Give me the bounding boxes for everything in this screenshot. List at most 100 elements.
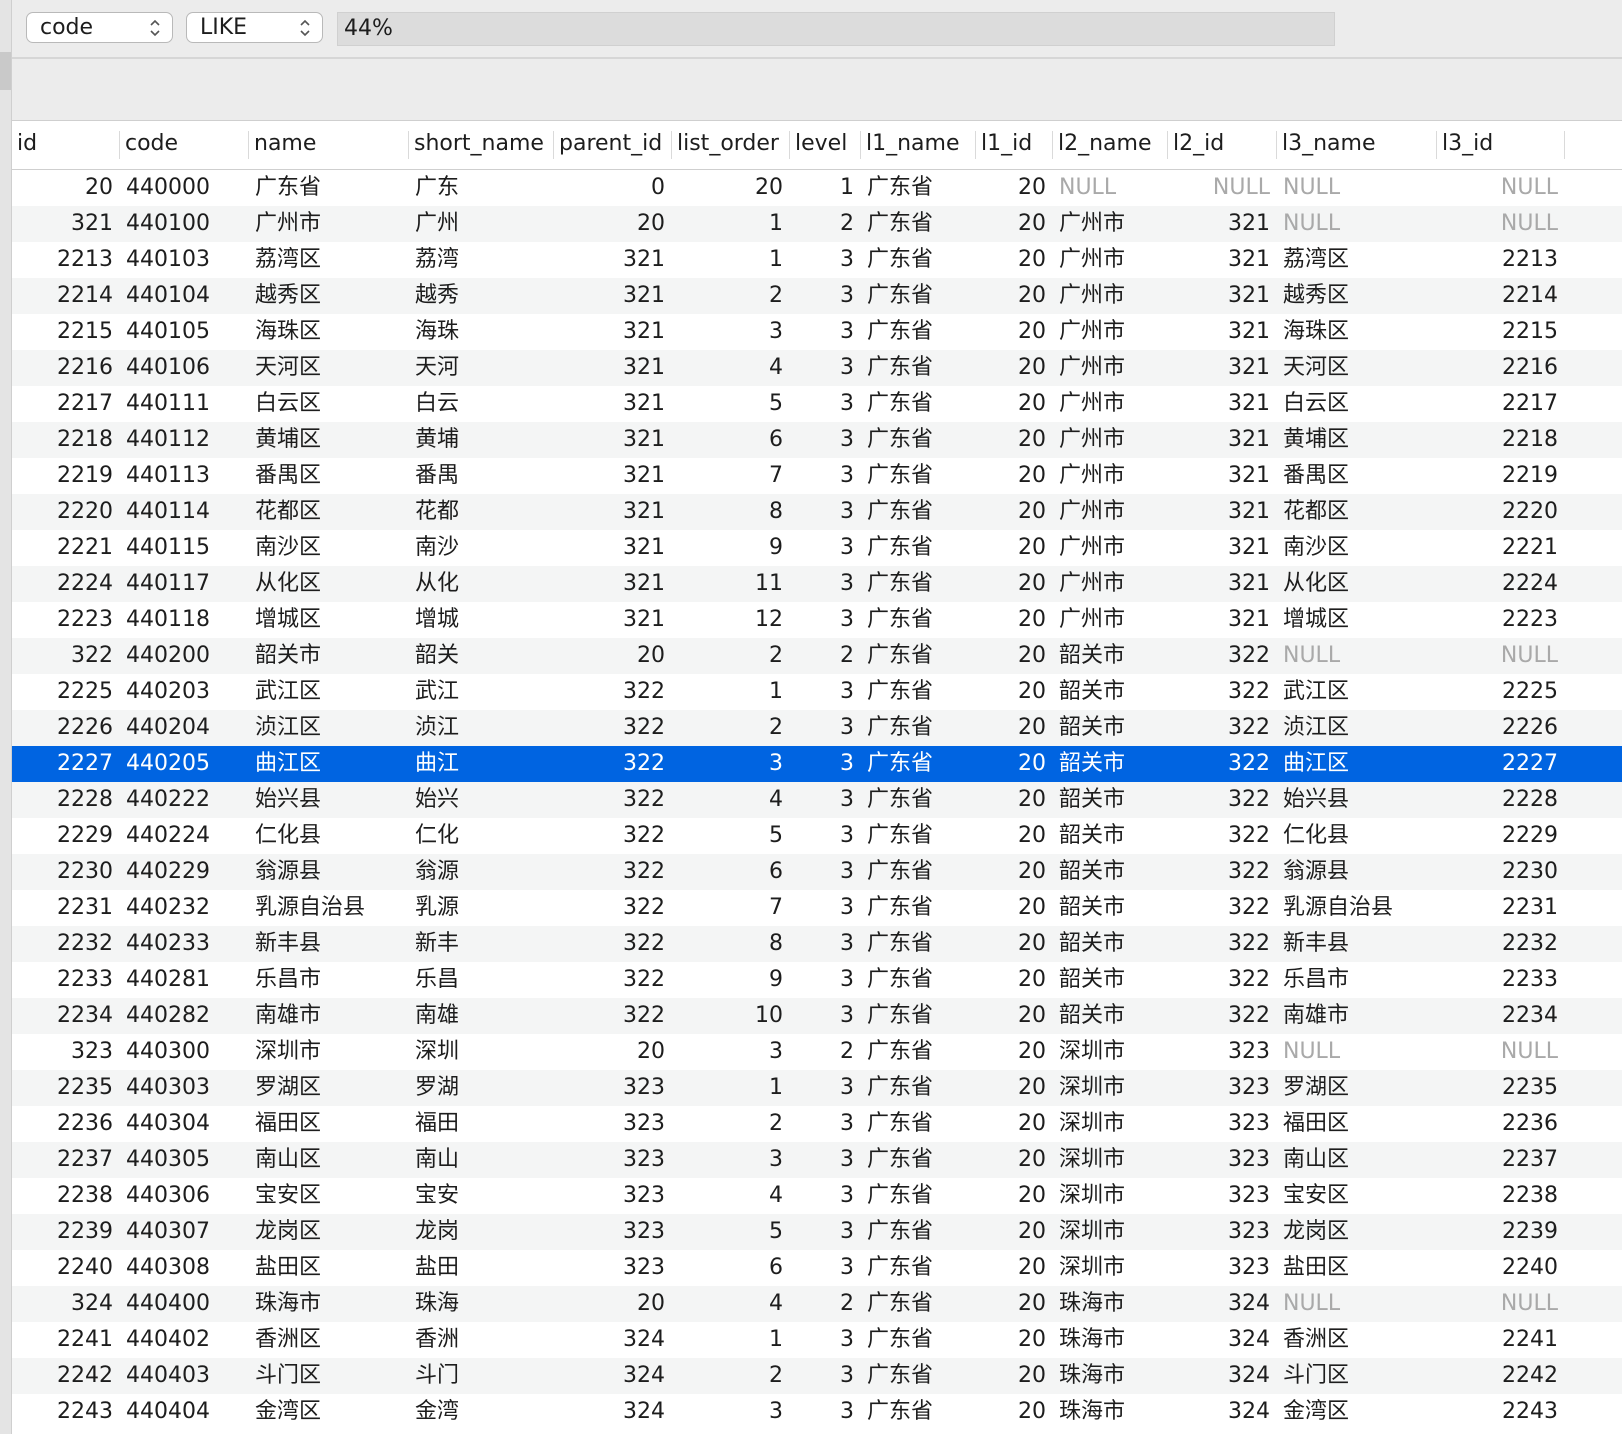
cell-l1-id[interactable]: 20 xyxy=(976,1322,1053,1358)
cell-l1-name[interactable]: 广东省 xyxy=(861,1286,976,1322)
cell-l3-name[interactable]: 海珠区 xyxy=(1277,314,1437,350)
cell-l2-id[interactable]: 322 xyxy=(1168,962,1277,998)
cell-list-order[interactable]: 2 xyxy=(672,638,790,674)
cell-short-name[interactable]: 白云 xyxy=(409,386,554,422)
cell-l3-id[interactable]: 2231 xyxy=(1437,890,1565,926)
cell-short-name[interactable]: 斗门 xyxy=(409,1358,554,1394)
cell-list-order[interactable]: 7 xyxy=(672,890,790,926)
cell-level[interactable]: 3 xyxy=(790,926,861,962)
cell-l1-name[interactable]: 广东省 xyxy=(861,926,976,962)
cell-l2-id[interactable]: 321 xyxy=(1168,386,1277,422)
cell-l1-id[interactable]: 20 xyxy=(976,1214,1053,1250)
cell-parent-id[interactable]: 324 xyxy=(554,1394,672,1430)
cell-code[interactable]: 440203 xyxy=(120,674,249,710)
cell-id[interactable]: 2240 xyxy=(12,1250,120,1286)
cell-name[interactable]: 广东省 xyxy=(249,170,409,206)
cell-l2-name[interactable]: 珠海市 xyxy=(1053,1394,1168,1430)
table-row[interactable]: 2220 440114 花都区 花都 321 8 3 广东省 20 广州市 321 花都区 2220 xyxy=(12,494,1622,530)
table-row[interactable]: 2241 440402 香洲区 香洲 324 1 3 广东省 20 珠海市 324 香洲区 2241 xyxy=(12,1322,1622,1358)
cell-id[interactable]: 2235 xyxy=(12,1070,120,1106)
cell-parent-id[interactable]: 322 xyxy=(554,890,672,926)
cell-level[interactable]: 3 xyxy=(790,998,861,1034)
cell-l3-id[interactable]: NULL xyxy=(1437,638,1565,674)
cell-l1-id[interactable]: 20 xyxy=(976,962,1053,998)
cell-code[interactable]: 440113 xyxy=(120,458,249,494)
cell-l2-name[interactable]: 广州市 xyxy=(1053,386,1168,422)
cell-l1-name[interactable]: 广东省 xyxy=(861,890,976,926)
cell-l2-name[interactable]: 广州市 xyxy=(1053,602,1168,638)
cell-short-name[interactable]: 宝安 xyxy=(409,1178,554,1214)
cell-short-name[interactable]: 花都 xyxy=(409,494,554,530)
cell-parent-id[interactable]: 323 xyxy=(554,1178,672,1214)
cell-list-order[interactable]: 1 xyxy=(672,1070,790,1106)
cell-l2-id[interactable]: 324 xyxy=(1168,1286,1277,1322)
column-header-code[interactable]: code xyxy=(120,121,249,169)
cell-name[interactable]: 盐田区 xyxy=(249,1250,409,1286)
cell-name[interactable]: 越秀区 xyxy=(249,278,409,314)
cell-l1-name[interactable]: 广东省 xyxy=(861,854,976,890)
cell-list-order[interactable]: 11 xyxy=(672,566,790,602)
cell-parent-id[interactable]: 322 xyxy=(554,998,672,1034)
cell-l2-id[interactable]: 324 xyxy=(1168,1322,1277,1358)
cell-level[interactable]: 3 xyxy=(790,314,861,350)
cell-l2-id[interactable]: 323 xyxy=(1168,1106,1277,1142)
cell-l3-name[interactable]: NULL xyxy=(1277,638,1437,674)
cell-l2-name[interactable]: 深圳市 xyxy=(1053,1106,1168,1142)
table-row[interactable]: 2233 440281 乐昌市 乐昌 322 9 3 广东省 20 韶关市 322 乐昌市 2233 xyxy=(12,962,1622,998)
cell-l3-name[interactable]: 越秀区 xyxy=(1277,278,1437,314)
cell-short-name[interactable]: 增城 xyxy=(409,602,554,638)
cell-l2-id[interactable]: 321 xyxy=(1168,566,1277,602)
cell-short-name[interactable]: 龙岗 xyxy=(409,1214,554,1250)
table-row[interactable]: 2234 440282 南雄市 南雄 322 10 3 广东省 20 韶关市 322 南雄市 2234 xyxy=(12,998,1622,1034)
cell-name[interactable]: 荔湾区 xyxy=(249,242,409,278)
cell-l2-id[interactable]: 321 xyxy=(1168,422,1277,458)
cell-l3-id[interactable]: NULL xyxy=(1437,1034,1565,1070)
table-row[interactable]: 2239 440307 龙岗区 龙岗 323 5 3 广东省 20 深圳市 323 龙岗区 2239 xyxy=(12,1214,1622,1250)
cell-code[interactable]: 440205 xyxy=(120,746,249,782)
cell-l1-name[interactable]: 广东省 xyxy=(861,278,976,314)
cell-l3-id[interactable]: 2227 xyxy=(1437,746,1565,782)
cell-list-order[interactable]: 3 xyxy=(672,1142,790,1178)
cell-level[interactable]: 3 xyxy=(790,1142,861,1178)
cell-code[interactable]: 440281 xyxy=(120,962,249,998)
cell-level[interactable]: 3 xyxy=(790,1178,861,1214)
cell-l2-name[interactable]: 深圳市 xyxy=(1053,1034,1168,1070)
cell-id[interactable]: 2215 xyxy=(12,314,120,350)
cell-id[interactable]: 2237 xyxy=(12,1142,120,1178)
cell-parent-id[interactable]: 323 xyxy=(554,1106,672,1142)
table-row[interactable]: 2231 440232 乳源自治县 乳源 322 7 3 广东省 20 韶关市 322 乳源自治县 22… xyxy=(12,890,1622,926)
cell-short-name[interactable]: 韶关 xyxy=(409,638,554,674)
cell-id[interactable]: 324 xyxy=(12,1286,120,1322)
cell-short-name[interactable]: 翁源 xyxy=(409,854,554,890)
cell-l2-name[interactable]: 深圳市 xyxy=(1053,1070,1168,1106)
cell-short-name[interactable]: 广州 xyxy=(409,206,554,242)
cell-list-order[interactable]: 8 xyxy=(672,926,790,962)
cell-parent-id[interactable]: 20 xyxy=(554,206,672,242)
table-row[interactable]: 2221 440115 南沙区 南沙 321 9 3 广东省 20 广州市 321 南沙区 2221 xyxy=(12,530,1622,566)
cell-level[interactable]: 3 xyxy=(790,1394,861,1430)
cell-parent-id[interactable]: 321 xyxy=(554,386,672,422)
cell-id[interactable]: 2229 xyxy=(12,818,120,854)
cell-l3-name[interactable]: 从化区 xyxy=(1277,566,1437,602)
cell-l3-name[interactable]: 南山区 xyxy=(1277,1142,1437,1178)
cell-list-order[interactable]: 1 xyxy=(672,206,790,242)
cell-name[interactable]: 番禺区 xyxy=(249,458,409,494)
cell-short-name[interactable]: 越秀 xyxy=(409,278,554,314)
cell-l2-name[interactable]: 深圳市 xyxy=(1053,1214,1168,1250)
cell-id[interactable]: 323 xyxy=(12,1034,120,1070)
cell-l1-id[interactable]: 20 xyxy=(976,782,1053,818)
cell-parent-id[interactable]: 323 xyxy=(554,1142,672,1178)
cell-l1-id[interactable]: 20 xyxy=(976,926,1053,962)
cell-l1-id[interactable]: 20 xyxy=(976,1034,1053,1070)
cell-l3-name[interactable]: 浈江区 xyxy=(1277,710,1437,746)
cell-l1-id[interactable]: 20 xyxy=(976,458,1053,494)
cell-l1-name[interactable]: 广东省 xyxy=(861,566,976,602)
cell-id[interactable]: 2243 xyxy=(12,1394,120,1430)
cell-l1-name[interactable]: 广东省 xyxy=(861,422,976,458)
cell-l2-name[interactable]: 韶关市 xyxy=(1053,818,1168,854)
cell-short-name[interactable]: 南雄 xyxy=(409,998,554,1034)
cell-l2-id[interactable]: 322 xyxy=(1168,998,1277,1034)
cell-level[interactable]: 3 xyxy=(790,278,861,314)
cell-list-order[interactable]: 7 xyxy=(672,458,790,494)
cell-code[interactable]: 440114 xyxy=(120,494,249,530)
